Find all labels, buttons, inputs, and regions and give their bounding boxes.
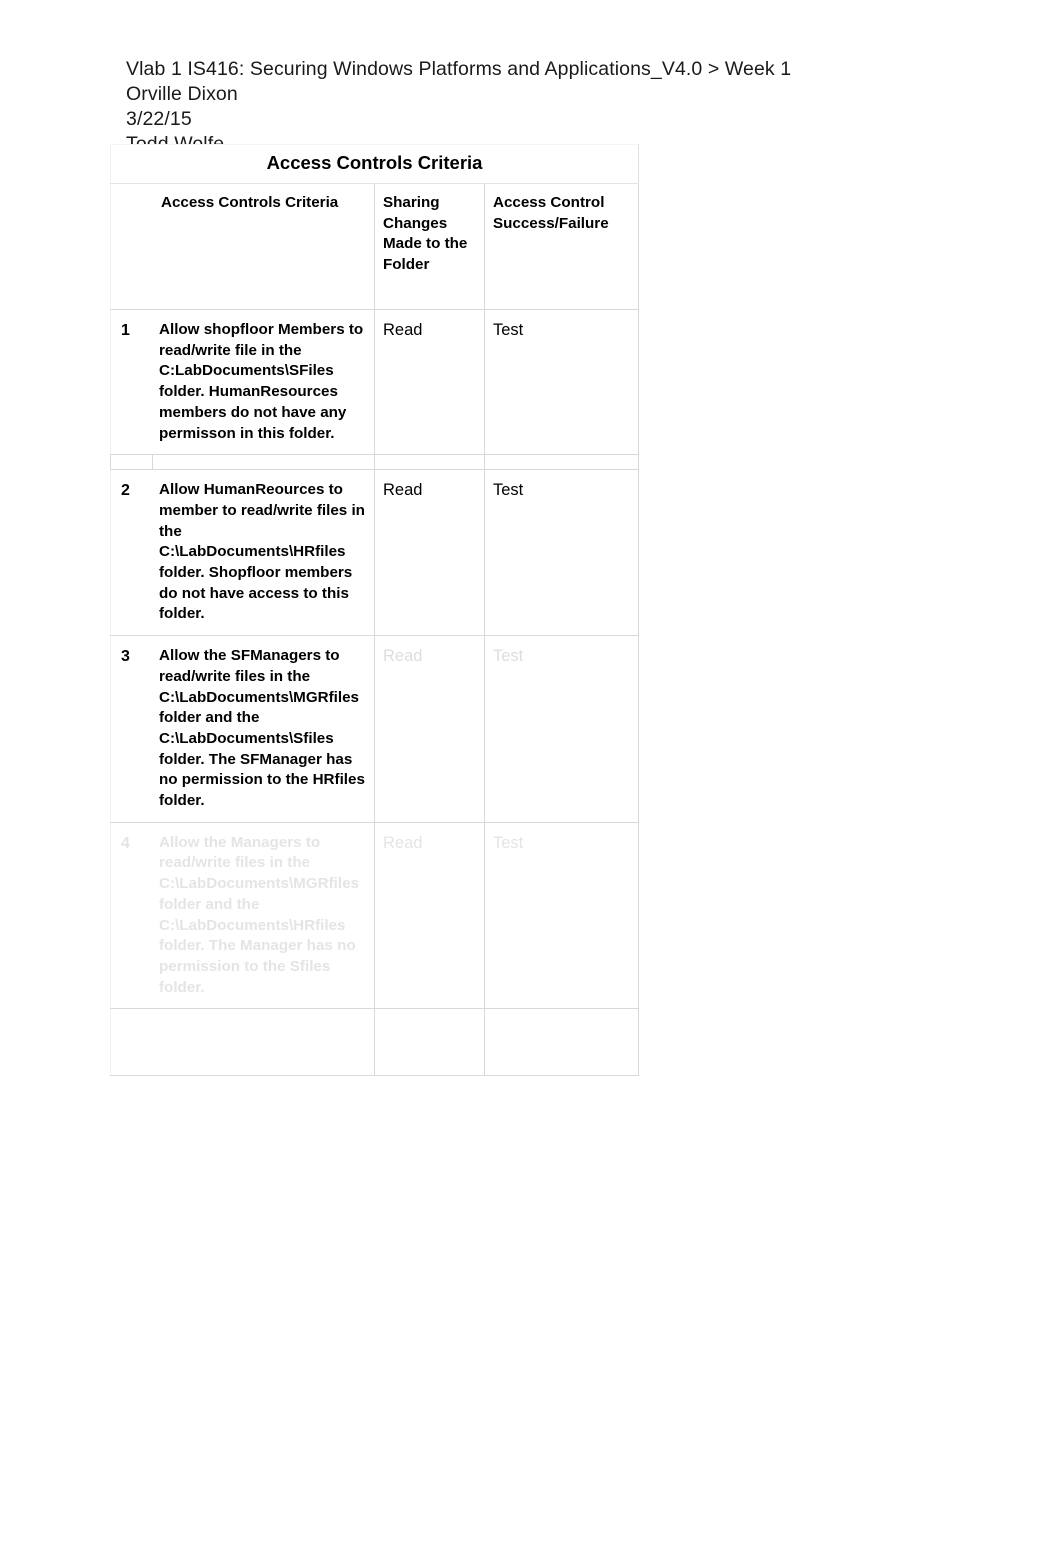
row-sharing-changes: Read xyxy=(374,635,485,823)
column-header-sharing-changes: Sharing Changes Made to the Folder xyxy=(374,183,485,310)
column-header-number xyxy=(110,183,153,310)
row-criteria: Allow shopfloor Members to read/write fi… xyxy=(152,308,375,456)
row-number: 1 xyxy=(110,308,153,456)
row-number xyxy=(110,1008,153,1077)
table-row xyxy=(110,1008,640,1077)
spacer-cell xyxy=(483,454,640,471)
row-number: 2 xyxy=(110,469,153,637)
table-row: 2 Allow HumanReources to member to read/… xyxy=(110,469,640,637)
row-access-control-result xyxy=(483,1008,640,1077)
table-header-row: Access Controls Criteria Sharing Changes… xyxy=(110,183,640,310)
spacer-cell xyxy=(152,454,375,471)
header-line-course: Vlab 1 IS416: Securing Windows Platforms… xyxy=(126,58,792,80)
access-controls-table-wrapper: Access Controls Criteria Access Controls… xyxy=(109,144,640,1077)
column-header-criteria: Access Controls Criteria xyxy=(152,183,375,310)
row-access-control-result: Test xyxy=(483,308,640,456)
row-access-control-result: Test xyxy=(483,821,640,1010)
row-criteria: Allow HumanReources to member to read/wr… xyxy=(152,469,375,637)
row-number: 4 xyxy=(110,821,153,1010)
row-number: 3 xyxy=(110,635,153,823)
table-row: 1 Allow shopfloor Members to read/write … xyxy=(110,308,640,456)
row-sharing-changes: Read xyxy=(374,308,485,456)
document-header: Vlab 1 IS416: Securing Windows Platforms… xyxy=(126,57,946,157)
spacer-cell xyxy=(110,454,153,471)
row-sharing-changes: Read xyxy=(374,469,485,637)
row-access-control-result: Test xyxy=(483,635,640,823)
row-sharing-changes xyxy=(374,1008,485,1077)
spacer-cell xyxy=(374,454,485,471)
table-row: 4 Allow the Managers to read/write files… xyxy=(110,821,640,1010)
row-criteria: Allow the SFManagers to read/write files… xyxy=(152,635,375,823)
access-controls-table: Access Controls Criteria Access Controls… xyxy=(109,144,640,1077)
document-page: Vlab 1 IS416: Securing Windows Platforms… xyxy=(0,0,1062,1556)
row-access-control-result: Test xyxy=(483,469,640,637)
header-line-date: 3/22/15 xyxy=(126,108,192,130)
table-title: Access Controls Criteria xyxy=(109,144,640,184)
header-line-student-name: Orville Dixon xyxy=(126,83,238,105)
row-sharing-changes: Read xyxy=(374,821,485,1010)
row-criteria xyxy=(152,1008,375,1077)
row-spacer xyxy=(110,454,640,471)
column-header-access-control-result: Access Control Success/Failure xyxy=(483,183,640,310)
table-title-row: Access Controls Criteria xyxy=(109,144,640,184)
row-criteria: Allow the Managers to read/write files i… xyxy=(152,821,375,1010)
table-row: 3 Allow the SFManagers to read/write fil… xyxy=(110,635,640,823)
